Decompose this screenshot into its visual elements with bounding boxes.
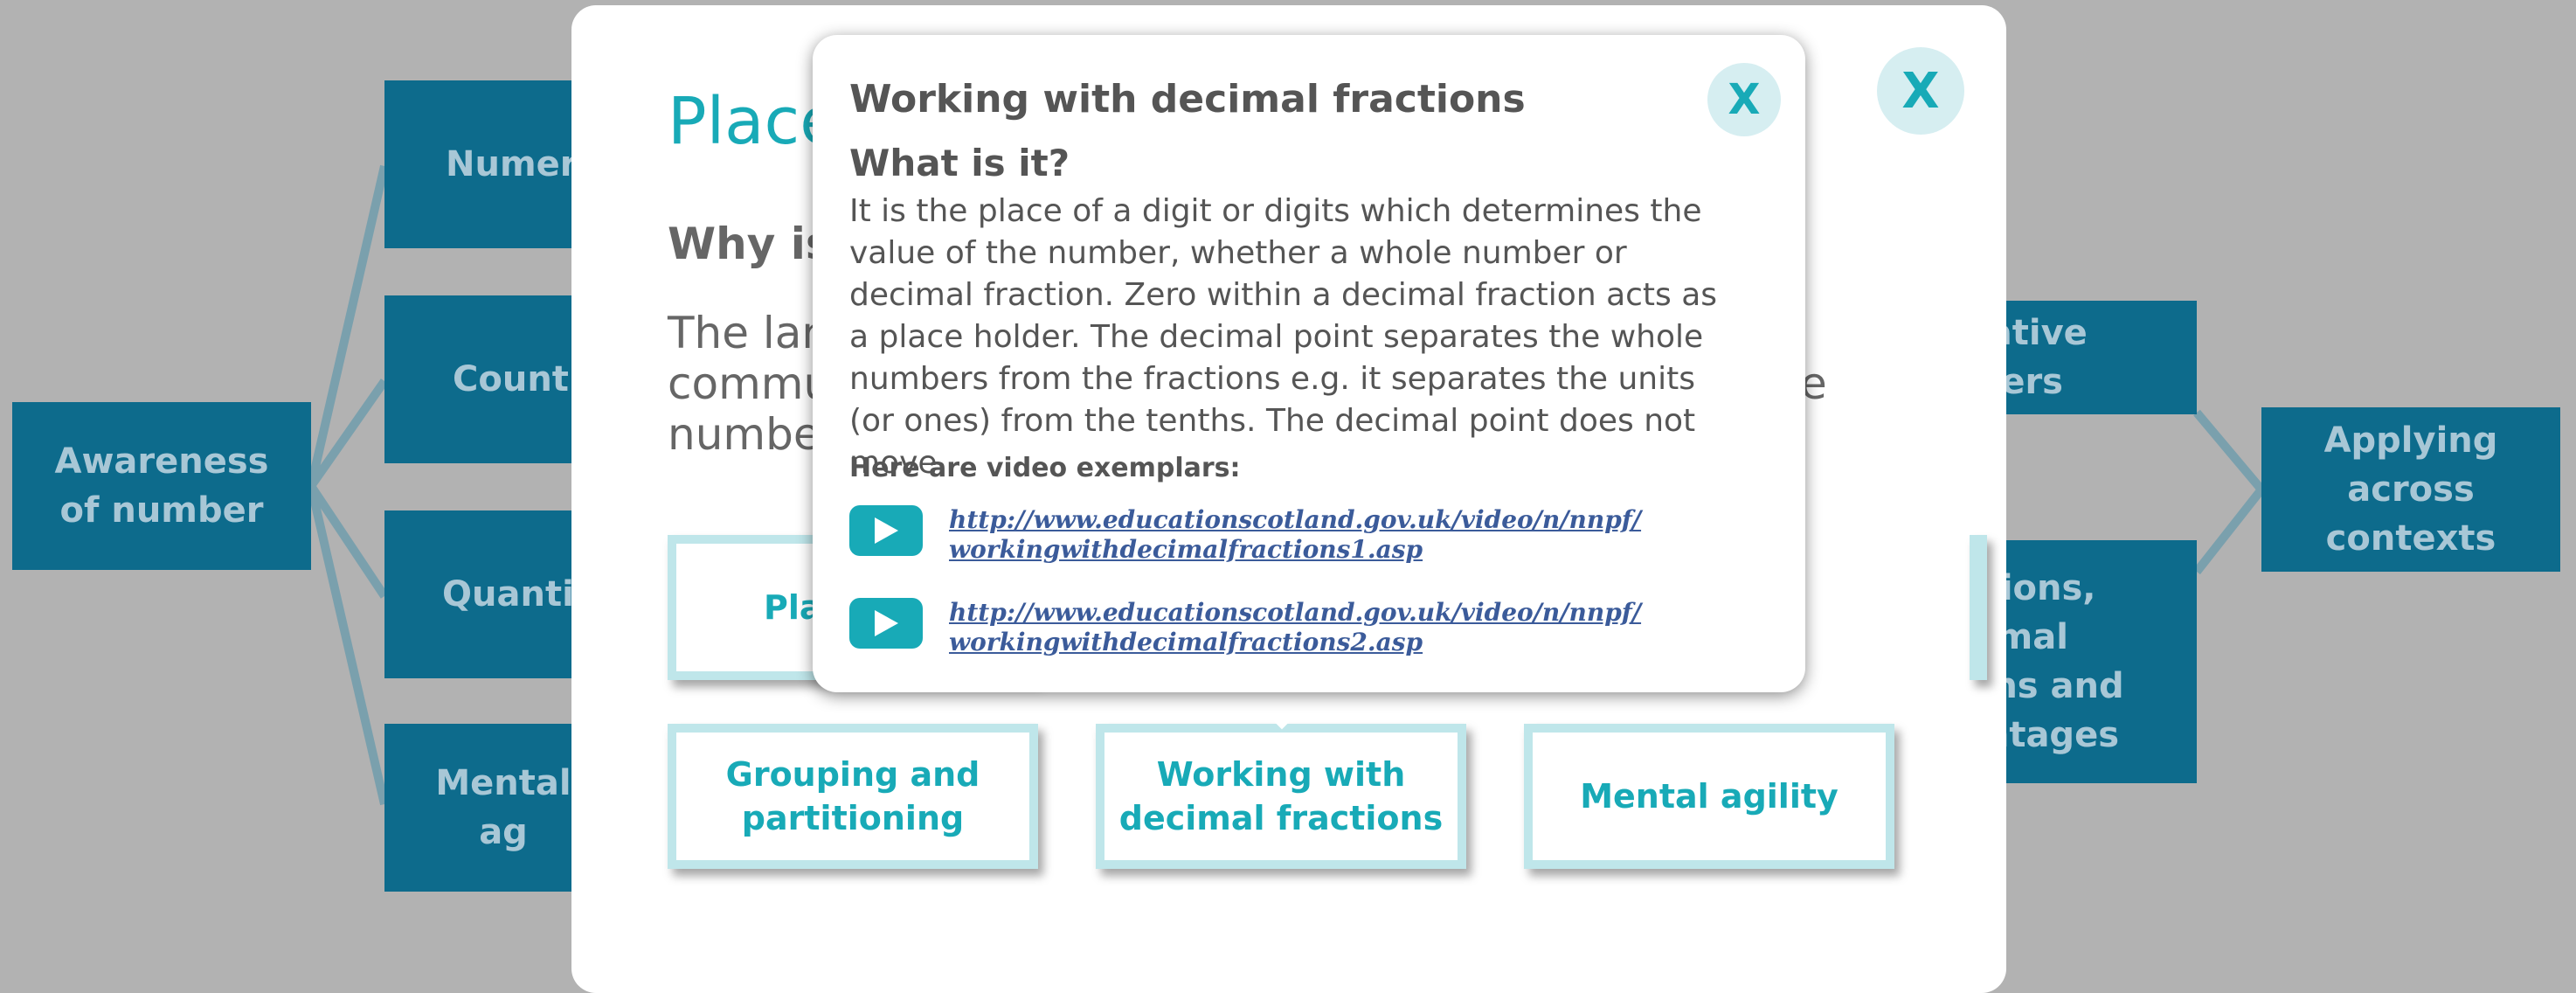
node-applying-across-contexts[interactable]: Applying across contexts bbox=[2261, 407, 2560, 572]
play-icon[interactable] bbox=[849, 598, 923, 649]
video-link-1[interactable]: http://www.educationscotland.gov.uk/vide… bbox=[949, 505, 1641, 565]
popup-heading: What is it? bbox=[849, 142, 1070, 184]
popup-description: It is the place of a digit or digits whi… bbox=[849, 193, 1718, 481]
popup-title: Working with decimal fractions bbox=[849, 77, 1526, 122]
video-row-1: http://www.educationscotland.gov.uk/vide… bbox=[849, 505, 1641, 565]
card-mental-agility[interactable]: Mental agility bbox=[1524, 724, 1894, 869]
video-exemplars-label: Here are video exemplars: bbox=[849, 453, 1241, 483]
node-awareness-of-number[interactable]: Awareness of number bbox=[12, 402, 311, 570]
play-icon[interactable] bbox=[849, 505, 923, 556]
modal-close-button[interactable]: X bbox=[1877, 47, 1964, 135]
card-right-top[interactable] bbox=[1970, 535, 1987, 680]
modal-subtitle: Why is bbox=[668, 219, 832, 269]
video-link-2[interactable]: http://www.educationscotland.gov.uk/vide… bbox=[949, 598, 1641, 657]
card-grouping-partitioning[interactable]: Grouping and partitioning bbox=[668, 724, 1038, 869]
popup-close-button[interactable]: X bbox=[1707, 63, 1781, 136]
info-popup: Working with decimal fractions X What is… bbox=[813, 35, 1805, 692]
card-working-with-decimal-fractions[interactable]: Working with decimal fractions bbox=[1096, 724, 1466, 869]
video-row-2: http://www.educationscotland.gov.uk/vide… bbox=[849, 598, 1641, 657]
